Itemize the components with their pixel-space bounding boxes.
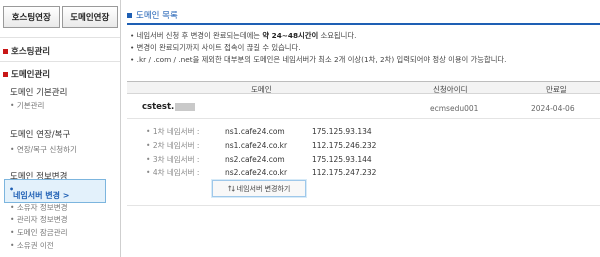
nameserver-ip: 112.175.246.232 (312, 141, 377, 150)
sidebar-section-domain[interactable]: 도메인관리 (3, 68, 50, 80)
sidebar-item-domain-lock[interactable]: • 도메인 잠금관리 (10, 227, 68, 238)
sidebar-section-hosting[interactable]: 호스팅관리 (3, 45, 50, 57)
sidebar-group-domain-basic[interactable]: 도메인 기본관리 (10, 86, 67, 98)
sidebar-item-renew-request[interactable]: • 연장/복구 신청하기 (10, 144, 77, 155)
expiry-date: 2024-04-06 (531, 104, 575, 113)
nameserver-label: • 2차 네임서버 : (146, 141, 200, 150)
redacted-text (175, 103, 196, 111)
domain-name: cstest. (142, 102, 196, 112)
column-header-domain: 도메인 (251, 85, 272, 94)
nameserver-label: • 4차 네임서버 : (146, 168, 200, 177)
swap-arrows-icon (227, 185, 235, 192)
bullet-square-icon (3, 71, 8, 77)
bullet-square-icon (127, 12, 132, 18)
change-nameserver-button[interactable]: 네임서버 변경하기 (211, 179, 307, 198)
nameserver-ip: 112.175.247.232 (312, 168, 377, 177)
top-buttons: 호스팅연장 도메인연장 (3, 6, 118, 28)
applicant-id: ecmsedu001 (430, 104, 479, 113)
column-header-expiry: 만료일 (546, 85, 567, 94)
sidebar-item-ownership-transfer[interactable]: • 소유권 이전 (10, 240, 54, 251)
nameserver-host: ns1.cafe24.co.kr (225, 141, 288, 150)
nameserver-label: • 3차 네임서버 : (146, 155, 200, 164)
column-header-applicant-id: 신청아이디 (433, 85, 468, 94)
title-divider (127, 23, 600, 25)
sidebar-item-nameserver-change[interactable]: • 네임서버 변경 > (4, 179, 106, 203)
divider (127, 118, 600, 119)
sidebar-item-admin-info[interactable]: • 관리자 정보변경 (10, 214, 68, 225)
bullet-square-icon (3, 48, 8, 54)
domain-renew-button[interactable]: 도메인연장 (61, 6, 118, 28)
table-header: 도메인 신청아이디 만료일 (127, 81, 600, 94)
divider (127, 205, 600, 206)
nameserver-ip: 175.125.93.134 (312, 127, 372, 136)
nameserver-label: • 1차 네임서버 : (146, 127, 200, 136)
page-title: 도메인 목록 (127, 9, 178, 21)
sidebar-item-basic-management[interactable]: • 기본관리 (10, 100, 44, 111)
sidebar-item-owner-info[interactable]: • 소유자 정보변경 (10, 202, 68, 213)
notice-item: • .kr / .com / .net을 제외한 대부분의 도메인은 네임서버가… (130, 55, 507, 64)
notice-item: • 네임서버 신청 후 변경이 완료되는데에는 약 24~48시간이 소요됩니다… (130, 31, 357, 40)
notice-list: • 네임서버 신청 후 변경이 완료되는데에는 약 24~48시간이 소요됩니다… (130, 30, 600, 66)
main-content: 도메인 목록 • 네임서버 신청 후 변경이 완료되는데에는 약 24~48시간… (122, 0, 600, 257)
nameserver-host: ns2.cafe24.co.kr (225, 168, 288, 177)
nameserver-host: ns2.cafe24.com (225, 155, 285, 164)
nameserver-ip: 175.125.93.144 (312, 155, 372, 164)
notice-item: • 변경이 완료되기까지 사이트 접속이 끊길 수 있습니다. (130, 43, 301, 52)
nameserver-host: ns1.cafe24.com (225, 127, 285, 136)
divider (0, 37, 120, 38)
sidebar-group-domain-renew[interactable]: 도메인 연장/복구 (10, 128, 70, 140)
sidebar: 호스팅연장 도메인연장 호스팅관리 도메인관리 도메인 기본관리 • 기본관리 … (0, 0, 121, 257)
hosting-renew-button[interactable]: 호스팅연장 (3, 6, 60, 28)
divider (0, 61, 120, 62)
